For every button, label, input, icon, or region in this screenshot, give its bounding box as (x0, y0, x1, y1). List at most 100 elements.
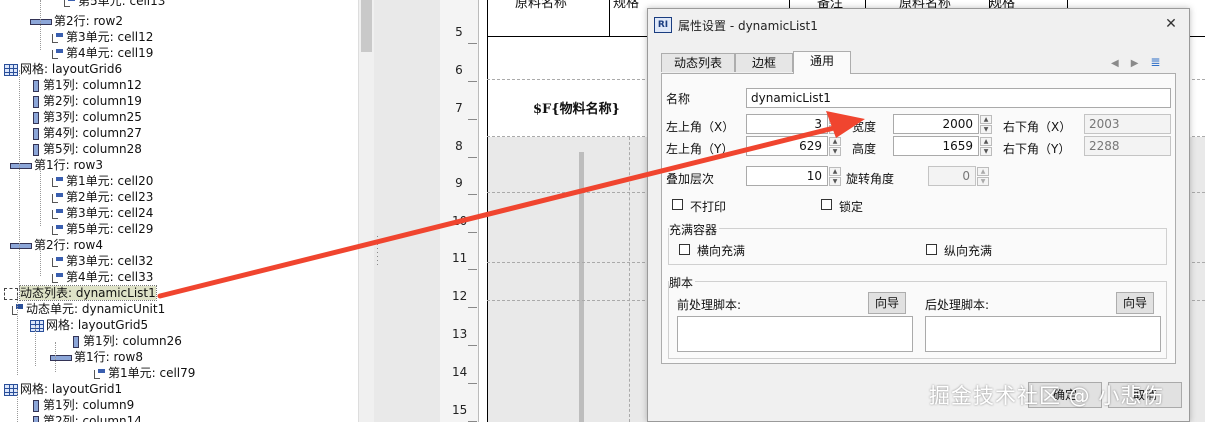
tree-item-label: 第2单元: cell23 (66, 190, 154, 204)
top-left-y-spinner[interactable]: ▲ ▼ (828, 136, 842, 156)
script-group-title: 脚本 (669, 274, 696, 291)
tree-item-label: 第2行: row4 (34, 238, 103, 252)
dialog-titlebar[interactable]: RI 属性设置 - dynamicList1 ✕ (648, 9, 1189, 39)
cell-icon (50, 191, 64, 204)
tree-item[interactable]: 第4单元: cell33 (50, 269, 153, 285)
tree-item[interactable]: 第3单元: cell12 (50, 29, 153, 45)
column-icon (73, 335, 79, 348)
header-cell-name[interactable]: 原料名称 (515, 0, 567, 11)
tree-item-label: 动态单元: dynamicUnit1 (26, 302, 166, 316)
splitter-grip (377, 260, 378, 261)
tree-item-label: 第1列: column9 (43, 398, 135, 412)
height-input[interactable] (893, 136, 979, 156)
tree-item[interactable]: 网格: layoutGrid6 (4, 61, 122, 77)
tree-item[interactable]: 第1列: column12 (30, 77, 142, 93)
no-print-checkbox[interactable] (672, 199, 683, 210)
row-icon (30, 18, 52, 25)
width-input[interactable] (893, 114, 979, 134)
tree-item[interactable]: 第1列: column9 (30, 397, 134, 413)
tree-item[interactable]: 第5单元: cell13 (62, 0, 165, 9)
pre-script-editor[interactable] (677, 316, 913, 352)
tree-item-label: 第1行: row3 (34, 158, 103, 172)
tree-item-label: 第4单元: cell19 (66, 46, 154, 60)
top-left-x-input[interactable] (746, 114, 828, 134)
tree-item-label: 网格: layoutGrid5 (46, 318, 149, 332)
width-spinner[interactable]: ▲ ▼ (979, 114, 993, 134)
close-icon[interactable]: ✕ (1161, 14, 1181, 34)
fill-container-title: 充满容器 (669, 221, 720, 238)
ruler-number: 9 (455, 176, 463, 190)
tree-item[interactable]: 第1单元: cell79 (92, 365, 195, 381)
tree-item[interactable]: 第3单元: cell32 (50, 253, 153, 269)
row-icon (10, 162, 32, 169)
fill-container-group: 充满容器 横向充满 纵向充满 (668, 221, 1167, 265)
tree-item[interactable]: 第5单元: cell29 (50, 221, 153, 237)
tree-item[interactable]: 第4列: column27 (30, 125, 142, 141)
column-icon (33, 399, 39, 412)
tree-item[interactable]: 网格: layoutGrid5 (30, 317, 148, 333)
tab-border[interactable]: 边框 (735, 53, 793, 72)
top-left-x-spinner[interactable]: ▲ ▼ (828, 114, 842, 134)
ruler-number: 11 (452, 251, 468, 265)
post-script-wizard-button[interactable]: 向导 (1116, 292, 1154, 314)
header-cell-spec[interactable]: 规格 (613, 0, 639, 11)
fill-vertical-label: 纵向充满 (944, 244, 993, 258)
tree-item[interactable]: 第2列: column19 (30, 93, 142, 109)
cell-icon (50, 223, 64, 236)
tree-connector (35, 326, 36, 366)
splitter-grip (377, 236, 378, 237)
rotation-input (928, 166, 976, 186)
tab-general[interactable]: 通用 (793, 51, 851, 74)
fill-horizontal-checkbox[interactable] (679, 244, 690, 255)
tree-item-label: 网格: layoutGrid1 (20, 382, 123, 396)
tree-connector (19, 70, 20, 290)
tree-item-label: 第2列: column14 (43, 414, 142, 422)
field-material-name[interactable]: $F{物料名称} (533, 98, 620, 117)
lock-checkbox[interactable] (821, 199, 832, 210)
tree-item[interactable]: 第2单元: cell23 (50, 189, 153, 205)
name-input[interactable] (746, 88, 1171, 108)
tree-item-label: 第5列: column28 (43, 142, 142, 156)
tab-prev-icon[interactable]: ◀ (1111, 58, 1119, 69)
column-icon (33, 415, 39, 422)
tree-scroll-thumb[interactable] (361, 0, 372, 52)
tab-list-icon[interactable]: ≣ (1150, 55, 1160, 69)
width-label: 宽度 (852, 120, 877, 134)
tree-item-label: 第3单元: cell32 (66, 254, 154, 268)
fill-horizontal-label: 横向充满 (697, 244, 746, 258)
height-label: 高度 (852, 142, 877, 156)
post-script-label: 后处理脚本: (925, 298, 990, 312)
tree-item[interactable]: 网格: layoutGrid1 (4, 381, 122, 397)
height-spinner[interactable]: ▲ ▼ (979, 136, 993, 156)
tree-item-label: 第2列: column19 (43, 94, 142, 108)
layer-input[interactable] (746, 166, 828, 186)
tree-item[interactable]: 第2行: row2 (30, 13, 123, 29)
tree-item[interactable]: 动态单元: dynamicUnit1 (10, 301, 165, 317)
pre-script-wizard-button[interactable]: 向导 (868, 292, 906, 314)
tree-item[interactable]: 第1列: column26 (70, 333, 182, 349)
lock-label: 锁定 (839, 200, 864, 214)
tree-item[interactable]: 第1行: row3 (10, 157, 103, 173)
tab-dynamic-list[interactable]: 动态列表 (661, 53, 735, 72)
tree-item[interactable]: 第4单元: cell19 (50, 45, 153, 61)
tree-item-dynamic-list[interactable]: 动态列表: dynamicList1 (4, 285, 157, 301)
fill-vertical-checkbox[interactable] (926, 244, 937, 255)
panel-splitter[interactable] (374, 0, 440, 422)
tree-item[interactable]: 第1单元: cell20 (50, 173, 153, 189)
column-guide (629, 137, 630, 422)
tree-scrollbar[interactable] (358, 0, 375, 422)
ruler-number: 7 (455, 101, 463, 115)
splitter-grip (377, 240, 378, 241)
tab-nav: ◀ ▶ ≣ (1111, 55, 1172, 69)
tree-item[interactable]: 第3列: column25 (30, 109, 142, 125)
tree-item[interactable]: 第2列: column14 (30, 413, 142, 422)
tree-item[interactable]: 第1行: row8 (50, 349, 143, 365)
tab-next-icon[interactable]: ▶ (1131, 58, 1139, 69)
tree-item[interactable]: 第5列: column28 (30, 141, 142, 157)
outline-tree[interactable]: 第5单元: cell13 第2行: row2 第3单元: cell12 第4单元: c… (0, 0, 358, 422)
tree-item[interactable]: 第2行: row4 (10, 237, 103, 253)
layer-spinner[interactable]: ▲ ▼ (828, 166, 842, 186)
tree-item[interactable]: 第3单元: cell24 (50, 205, 153, 221)
post-script-editor[interactable] (925, 316, 1161, 352)
top-left-y-input[interactable] (746, 136, 828, 156)
